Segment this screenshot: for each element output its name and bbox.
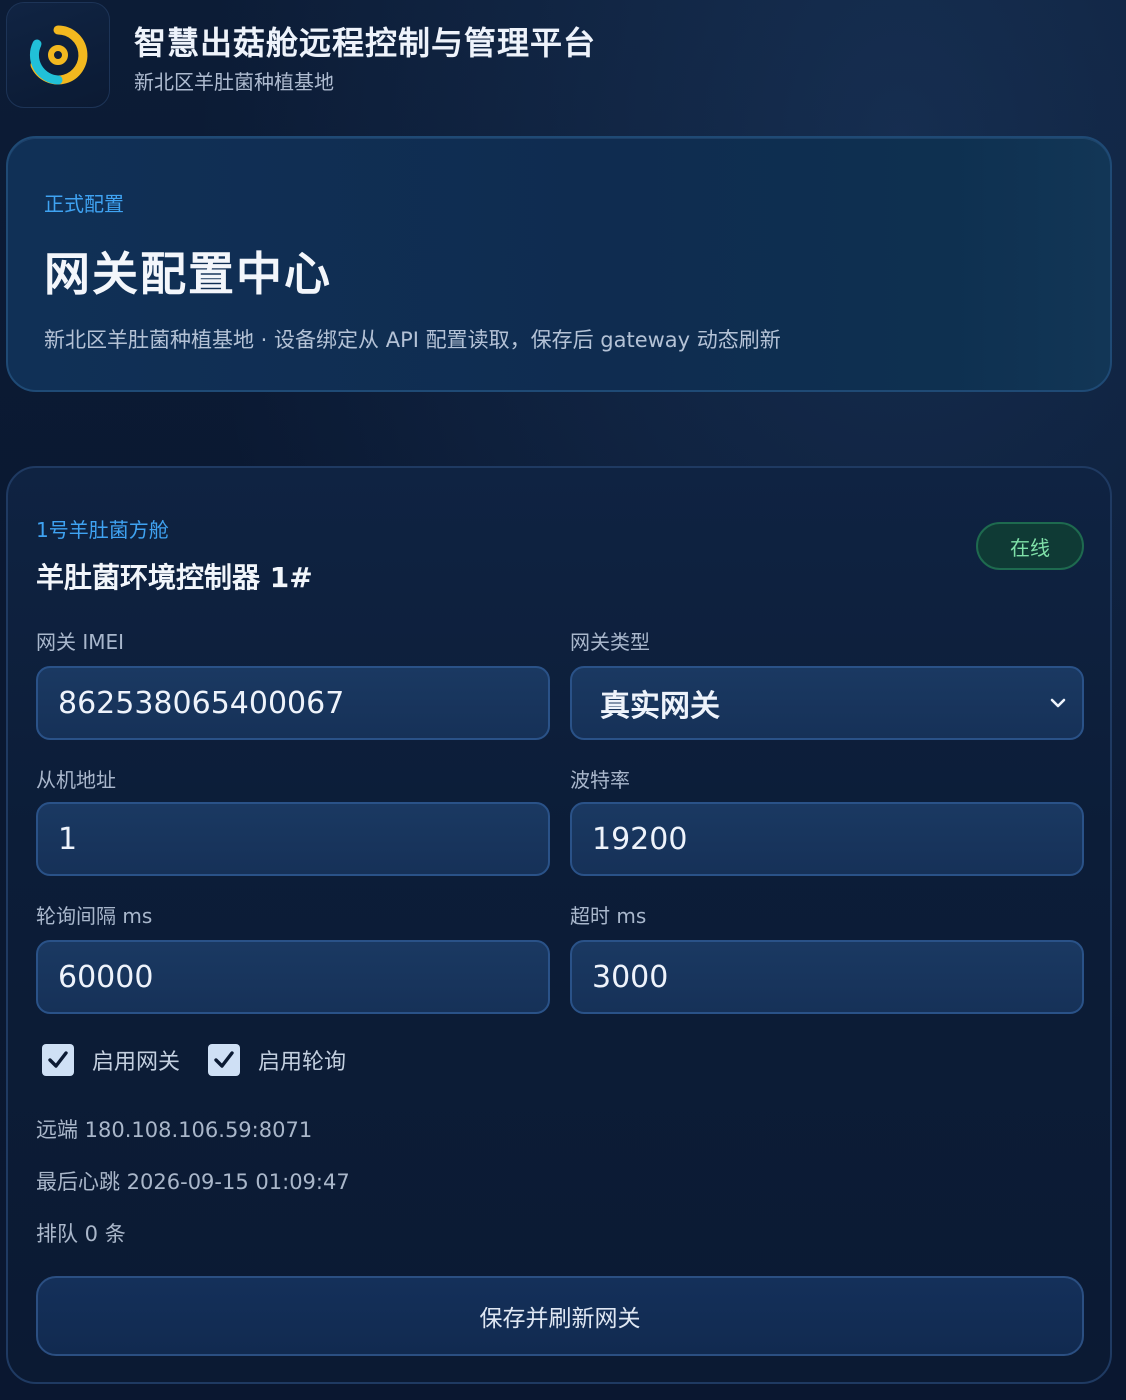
timeout-label: 超时 ms xyxy=(570,904,647,928)
remote-endpoint: 远端 180.108.106.59:8071 xyxy=(36,1118,313,1142)
check-icon xyxy=(214,1051,234,1068)
status-badge: 在线 xyxy=(976,522,1084,570)
poll-interval-label: 轮询间隔 ms xyxy=(36,904,153,928)
device-card: 1号羊肚菌方舱 羊肚菌环境控制器 1# 在线 网关 IMEI 862538065… xyxy=(6,466,1112,1384)
page-title: 网关配置中心 xyxy=(44,247,332,301)
poll-interval-input[interactable]: 60000 xyxy=(36,940,550,1014)
hero-eyebrow: 正式配置 xyxy=(44,192,124,216)
enable-gateway-label[interactable]: 启用网关 xyxy=(92,1044,180,1076)
gateway-type-label: 网关类型 xyxy=(570,630,650,654)
slave-address-input[interactable]: 1 xyxy=(36,802,550,876)
device-title: 羊肚菌环境控制器 1# xyxy=(36,561,313,594)
enable-gateway-checkbox[interactable] xyxy=(42,1044,74,1076)
baud-rate-label: 波特率 xyxy=(570,768,630,792)
imei-label: 网关 IMEI xyxy=(36,630,125,654)
slave-address-value: 1 xyxy=(58,821,78,857)
poll-interval-value: 60000 xyxy=(58,959,154,995)
enable-polling-checkbox[interactable] xyxy=(208,1044,241,1076)
timeout-input[interactable]: 3000 xyxy=(570,940,1084,1014)
app-header: 智慧出菇舱远程控制与管理平台 新北区羊肚菌种植基地 xyxy=(0,0,1126,120)
queue-count: 排队 0 条 xyxy=(36,1222,126,1246)
enable-polling-label[interactable]: 启用轮询 xyxy=(258,1044,346,1076)
save-refresh-button[interactable]: 保存并刷新网关 xyxy=(36,1276,1084,1356)
hero-card: 正式配置 网关配置中心 新北区羊肚菌种植基地 · 设备绑定从 API 配置读取，… xyxy=(6,136,1112,392)
check-icon xyxy=(48,1051,68,1068)
timeout-value: 3000 xyxy=(592,959,669,995)
hero-description: 新北区羊肚菌种植基地 · 设备绑定从 API 配置读取，保存后 gateway … xyxy=(44,328,781,352)
mushroom-platform-logo-icon xyxy=(29,25,88,85)
imei-input[interactable]: 862538065400067 xyxy=(36,666,550,740)
chevron-down-icon xyxy=(1050,698,1066,708)
baud-rate-value: 19200 xyxy=(592,821,688,857)
last-heartbeat: 最后心跳 2026-09-15 01:09:47 xyxy=(36,1170,350,1194)
app-logo xyxy=(6,2,110,108)
device-location: 1号羊肚菌方舱 xyxy=(36,518,169,542)
checkbox-row: 启用网关 启用轮询 xyxy=(42,1044,374,1076)
gateway-type-select[interactable]: 真实网关 xyxy=(570,666,1084,740)
slave-address-label: 从机地址 xyxy=(36,768,116,792)
app-title: 智慧出菇舱远程控制与管理平台 xyxy=(134,24,597,62)
imei-value: 862538065400067 xyxy=(58,685,345,721)
gateway-type-value: 真实网关 xyxy=(600,689,720,724)
app-subtitle: 新北区羊肚菌种植基地 xyxy=(134,70,334,94)
baud-rate-input[interactable]: 19200 xyxy=(570,802,1084,876)
